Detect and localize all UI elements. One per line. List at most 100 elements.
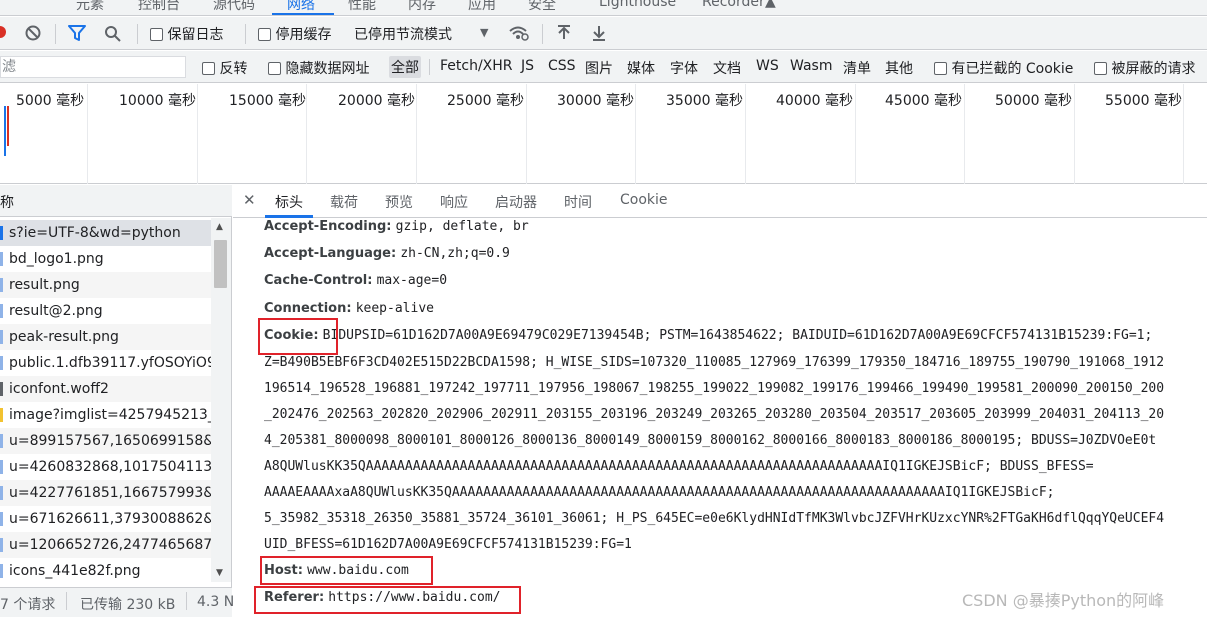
request-row[interactable]: u=899157567,1650699158&f... xyxy=(0,428,211,454)
request-name: image?imglist=4257945213_65 xyxy=(9,407,211,423)
record-icon[interactable] xyxy=(0,26,6,38)
request-name: iconfont.woff2 xyxy=(9,381,109,397)
scroll-up-icon[interactable]: ▲ xyxy=(216,222,223,232)
type-filter-ws[interactable]: WS xyxy=(756,58,779,74)
type-filter-other[interactable]: 其他 xyxy=(885,58,913,78)
tick-line xyxy=(745,84,746,184)
header-name: Accept-Encoding: xyxy=(264,219,392,234)
export-har-icon[interactable] xyxy=(591,25,607,42)
checkbox-box[interactable] xyxy=(150,28,163,41)
tab-elements[interactable]: 元素 xyxy=(76,0,104,14)
filter-bar: 滤 反转 隐藏数据网址 全部 Fetch/XHR JS CSS 图片 媒体 字体… xyxy=(0,51,1207,83)
image-icon xyxy=(0,538,3,552)
request-row[interactable]: iconfont.woff2 xyxy=(0,376,211,402)
tab-sources[interactable]: 源代码 xyxy=(213,0,255,14)
request-row[interactable]: result@2.png xyxy=(0,298,211,324)
cookie-value-line: _202476_202563_202820_202906_202911_2031… xyxy=(264,407,1165,422)
preserve-log-checkbox[interactable]: 保留日志 xyxy=(150,24,223,44)
script-icon xyxy=(0,408,3,422)
request-list-scrollbar[interactable]: ▲ ▼ xyxy=(211,218,231,582)
checkbox-box[interactable] xyxy=(934,62,947,75)
network-toolbar: 保留日志 停用缓存 已停用节流模式 ▼ xyxy=(0,17,1207,50)
checkbox-box[interactable] xyxy=(268,62,281,75)
overview-timeline[interactable]: 5000 毫秒 10000 毫秒 15000 毫秒 20000 毫秒 25000… xyxy=(0,84,1207,184)
tab-network[interactable]: 网络 xyxy=(287,0,315,14)
request-name: u=1206652726,2477465687&f xyxy=(9,537,211,553)
search-icon[interactable] xyxy=(104,25,122,43)
disable-cache-checkbox[interactable]: 停用缓存 xyxy=(258,24,331,44)
tab-console[interactable]: 控制台 xyxy=(138,0,180,14)
request-row[interactable]: result.png xyxy=(0,272,211,298)
tab-headers[interactable]: 标头 xyxy=(275,192,303,212)
image-icon xyxy=(0,252,3,266)
type-filter-doc[interactable]: 文档 xyxy=(713,58,741,78)
request-row[interactable]: u=4227761851,166757993&f... xyxy=(0,480,211,506)
checkbox-box[interactable] xyxy=(1094,62,1107,75)
type-filter-img[interactable]: 图片 xyxy=(585,58,613,78)
close-icon[interactable]: ✕ xyxy=(243,191,256,209)
scroll-down-icon[interactable]: ▼ xyxy=(216,568,223,578)
tick-label: 5000 毫秒 xyxy=(16,93,85,109)
throttle-select[interactable]: 已停用节流模式 xyxy=(354,24,452,44)
request-row[interactable]: icons_441e82f.png xyxy=(0,558,211,584)
request-row[interactable]: u=4260832868,1017504113&f xyxy=(0,454,211,480)
type-filter-font[interactable]: 字体 xyxy=(670,58,698,78)
cookie-value-line: A8QUWlusKK35QAAAAAAAAAAAAAAAAAAAAAAAAAAA… xyxy=(264,459,1094,474)
header-row: Cache-Control: max-age=0 xyxy=(264,273,447,288)
type-filter-all[interactable]: 全部 xyxy=(389,56,421,78)
font-icon xyxy=(0,382,3,396)
name-column-header[interactable]: 称 xyxy=(0,185,232,217)
tab-initiator[interactable]: 启动器 xyxy=(495,192,537,212)
invert-checkbox[interactable]: 反转 xyxy=(202,58,247,78)
tab-preview[interactable]: 预览 xyxy=(385,192,413,212)
chevron-down-icon[interactable]: ▼ xyxy=(480,26,488,39)
blocked-requests-checkbox[interactable]: 被屏蔽的请求 xyxy=(1094,58,1195,78)
type-filter-media[interactable]: 媒体 xyxy=(627,58,655,78)
tab-security[interactable]: 安全 xyxy=(528,0,556,14)
hide-data-urls-checkbox[interactable]: 隐藏数据网址 xyxy=(268,58,369,78)
request-name: result.png xyxy=(9,277,80,293)
tab-performance[interactable]: 性能 xyxy=(348,0,376,14)
tick-line xyxy=(1074,84,1075,184)
cookie-value-line: 196514_196528_196881_197242_197711_19795… xyxy=(264,381,1165,396)
blocked-cookies-checkbox[interactable]: 有已拦截的 Cookie xyxy=(934,58,1073,78)
tick-label: 15000 毫秒 xyxy=(229,93,306,109)
checkbox-box[interactable] xyxy=(258,28,271,41)
type-filter-css[interactable]: CSS xyxy=(548,58,576,74)
tab-lighthouse[interactable]: Lighthouse xyxy=(599,0,676,10)
type-filter-manifest[interactable]: 清单 xyxy=(843,58,871,78)
type-filter-fetch-xhr[interactable]: Fetch/XHR xyxy=(440,58,513,74)
image-icon xyxy=(0,278,3,292)
hide-data-urls-label: 隐藏数据网址 xyxy=(285,61,370,77)
checkbox-box[interactable] xyxy=(202,62,215,75)
tab-payload[interactable]: 载荷 xyxy=(330,192,358,212)
import-har-icon[interactable] xyxy=(556,25,572,42)
request-row[interactable]: image?imglist=4257945213_65 xyxy=(0,402,211,428)
tick-label: 40000 毫秒 xyxy=(776,93,853,109)
tab-response[interactable]: 响应 xyxy=(440,192,468,212)
filter-input[interactable]: 滤 xyxy=(0,56,186,78)
type-filter-wasm[interactable]: Wasm xyxy=(790,58,832,74)
tab-memory[interactable]: 内存 xyxy=(408,0,436,14)
filter-placeholder: 滤 xyxy=(2,59,16,75)
network-conditions-icon[interactable] xyxy=(508,24,530,42)
request-name: result@2.png xyxy=(9,303,103,319)
request-row[interactable]: s?ie=UTF-8&wd=python xyxy=(0,220,211,246)
tab-timing[interactable]: 时间 xyxy=(564,192,592,212)
clear-icon[interactable] xyxy=(25,25,41,41)
request-row[interactable]: u=1206652726,2477465687&f xyxy=(0,532,211,558)
request-row[interactable]: u=671626611,3793008862&f... xyxy=(0,506,211,532)
request-row[interactable]: bd_logo1.png xyxy=(0,246,211,272)
divider xyxy=(66,592,67,610)
tab-cookies[interactable]: Cookie xyxy=(620,192,668,208)
request-row[interactable]: peak-result.png xyxy=(0,324,211,350)
tab-application[interactable]: 应用 xyxy=(468,0,496,14)
type-filter-js[interactable]: JS xyxy=(521,58,534,74)
tab-recorder[interactable]: Recorder xyxy=(702,0,765,10)
request-row[interactable]: public.1.dfb39117.yfOSOYiO9K xyxy=(0,350,211,376)
waterfall-bar xyxy=(4,106,6,156)
request-name: u=671626611,3793008862&f... xyxy=(9,511,211,527)
scroll-thumb[interactable] xyxy=(214,240,227,288)
filter-icon[interactable] xyxy=(68,25,86,41)
image-icon xyxy=(0,304,3,318)
